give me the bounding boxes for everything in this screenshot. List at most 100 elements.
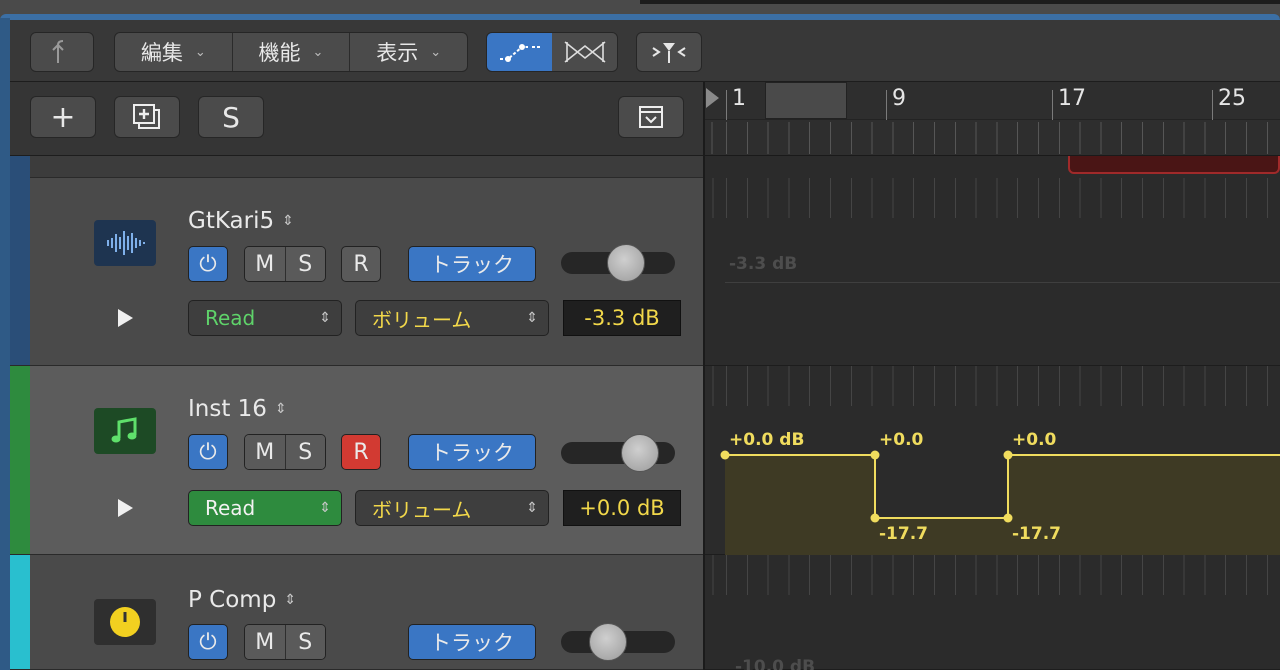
track-name[interactable]: Inst 16 ⇕: [188, 396, 287, 422]
track-lane[interactable]: +0.0 dB +0.0 +0.0 -17.7 -17.7: [705, 366, 1280, 555]
updown-chevron-icon: ⇕: [274, 401, 287, 417]
updown-chevron-icon: ⇕: [284, 592, 297, 608]
track-name[interactable]: GtKari5 ⇕: [188, 208, 294, 234]
duplicate-track-button[interactable]: [114, 96, 180, 138]
automation-parameter-select[interactable]: ボリューム ⇕: [355, 300, 549, 336]
play-icon[interactable]: [118, 309, 133, 327]
track-automation-button[interactable]: トラック: [408, 624, 536, 660]
mute-button[interactable]: M: [245, 247, 286, 281]
solo-button[interactable]: S: [285, 625, 325, 659]
automation-value[interactable]: -3.3 dB: [563, 300, 681, 336]
lane-grid: [705, 555, 1280, 595]
duplicate-track-icon: [133, 104, 160, 129]
menu-group: 編集 ⌄ 機能 ⌄ 表示 ⌄: [114, 32, 468, 72]
updown-chevron-icon: ⇕: [319, 500, 331, 516]
track-automation-button[interactable]: トラック: [408, 246, 536, 282]
flex-time-icon: [564, 41, 605, 63]
automation-line: [725, 282, 1280, 283]
automation-parameter-select[interactable]: ボリューム ⇕: [355, 490, 549, 526]
automation-node[interactable]: [720, 450, 730, 460]
chevron-down-icon: ⌄: [194, 44, 206, 60]
s-button[interactable]: S: [198, 96, 264, 138]
track-header[interactable]: P Comp ⇕ ⏻ M S トラック: [10, 555, 704, 670]
volume-slider-knob[interactable]: [589, 623, 627, 661]
bar-number: 9: [892, 86, 906, 111]
automation-node-label: +0.0: [879, 430, 924, 450]
lane-grid: [705, 178, 1280, 218]
automation-button[interactable]: [487, 33, 552, 71]
automation-node[interactable]: [870, 513, 880, 523]
menu-view[interactable]: 表示 ⌄: [350, 33, 467, 71]
automation-mode-select[interactable]: Read ⇕: [188, 300, 342, 336]
add-track-button[interactable]: +: [30, 96, 96, 138]
updown-chevron-icon: ⇕: [526, 500, 538, 516]
volume-slider[interactable]: [561, 623, 675, 661]
playhead-marker-icon[interactable]: [706, 88, 719, 108]
bar-number: 25: [1218, 86, 1246, 111]
bar-ruler[interactable]: 1 9 17 25: [704, 82, 1280, 120]
record-enable-button[interactable]: R: [341, 434, 381, 470]
track-on-button[interactable]: ⏻: [188, 624, 228, 660]
region[interactable]: [1068, 156, 1280, 174]
automation-curve[interactable]: [705, 366, 1280, 555]
menu-functions[interactable]: 機能 ⌄: [233, 33, 351, 71]
chevron-down-icon: ⌄: [312, 44, 324, 60]
automation-flex-group: [486, 32, 618, 72]
catch-playhead-icon: [652, 43, 686, 63]
catch-button[interactable]: [636, 32, 702, 72]
volume-slider[interactable]: [561, 434, 675, 472]
track-header[interactable]: Inst 16 ⇕ ⏻ M S R トラック Read ⇕ ボリューム ⇕ +0.0 …: [10, 366, 704, 555]
automation-curve-icon: [499, 44, 540, 62]
track-on-button[interactable]: ⏻: [188, 246, 228, 282]
window-left-edge: [0, 18, 10, 670]
volume-slider-knob[interactable]: [607, 244, 645, 282]
track-on-button[interactable]: ⏻: [188, 434, 228, 470]
back-button[interactable]: [30, 32, 94, 72]
beat-ticks: [704, 122, 1280, 154]
track-color-strip: [10, 555, 30, 669]
bar-number: 17: [1058, 86, 1086, 111]
record-enable-button[interactable]: R: [341, 246, 381, 282]
automation-node[interactable]: [1003, 450, 1013, 460]
track-name[interactable]: P Comp ⇕: [188, 587, 296, 613]
track-lane[interactable]: -3.3 dB: [705, 156, 1280, 366]
track-color-strip: [10, 366, 30, 554]
automation-value[interactable]: +0.0 dB: [563, 490, 681, 526]
automation-level-label: -10.0 dB: [735, 657, 816, 670]
updown-chevron-icon: ⇕: [282, 213, 294, 229]
track-separator: [10, 156, 704, 178]
automation-level-label: -3.3 dB: [729, 254, 798, 274]
bar-number: 1: [732, 86, 746, 111]
automation-node[interactable]: [1003, 513, 1013, 523]
audio-waveform-icon: [94, 220, 156, 266]
collapse-button[interactable]: [618, 96, 684, 138]
solo-button[interactable]: S: [285, 247, 325, 281]
automation-node-label: -17.7: [1012, 524, 1061, 544]
mute-button[interactable]: M: [245, 625, 286, 659]
cycle-region[interactable]: [765, 82, 847, 119]
automation-node[interactable]: [870, 450, 880, 460]
track-header[interactable]: GtKari5 ⇕ ⏻ M S R トラック Read ⇕ ボリューム ⇕ -3.3 …: [10, 178, 704, 366]
track-color-strip: [10, 178, 30, 365]
mute-solo-group: M S: [244, 624, 326, 660]
automation-mode-select[interactable]: Read ⇕: [188, 490, 342, 526]
updown-chevron-icon: ⇕: [319, 310, 331, 326]
flex-button[interactable]: [552, 33, 617, 71]
mute-solo-group: M S: [244, 246, 326, 282]
solo-button[interactable]: S: [285, 435, 325, 469]
volume-slider-knob[interactable]: [621, 434, 659, 472]
tracks-toolbar: 編集 ⌄ 機能 ⌄ 表示 ⌄: [10, 20, 1280, 82]
track-automation-button[interactable]: トラック: [408, 434, 536, 470]
menu-edit[interactable]: 編集 ⌄: [115, 33, 233, 71]
automation-node-label: +0.0: [1012, 430, 1057, 450]
automation-node-label: -17.7: [879, 524, 928, 544]
play-icon[interactable]: [118, 499, 133, 517]
chevron-down-icon: ⌄: [430, 44, 442, 60]
back-arrow-icon: [52, 40, 64, 63]
compressor-meter-icon: [94, 599, 156, 645]
volume-slider[interactable]: [561, 244, 675, 282]
track-lane[interactable]: -10.0 dB: [705, 555, 1280, 670]
collapse-icon: [639, 106, 663, 128]
timeline-ruler[interactable]: 1 9 17 25: [704, 82, 1280, 156]
mute-button[interactable]: M: [245, 435, 286, 469]
